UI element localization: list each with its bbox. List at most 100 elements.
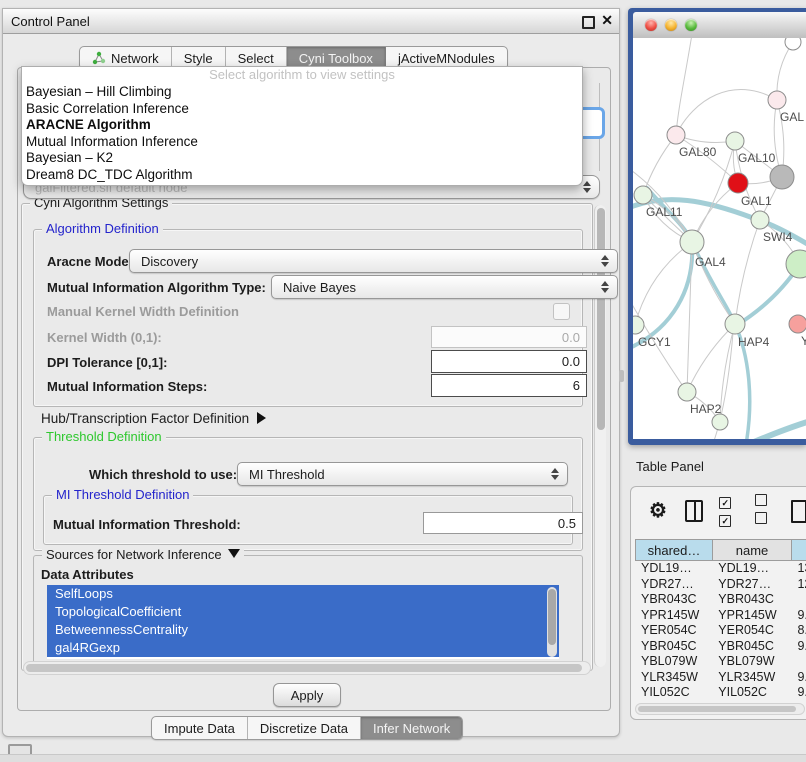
- table-body: YDL19…YDL19…13YDR27…YDR27…12YBR043CYBR04…: [635, 561, 806, 701]
- close-traffic-light-icon[interactable]: [645, 19, 657, 31]
- table-panel: ⚙ ✓✓ shared… name A YDL19…YDL19…13YDR27……: [630, 486, 806, 720]
- table-cell: YER054C: [712, 623, 791, 639]
- table-cell: YDL19…: [712, 561, 791, 577]
- attributes-vscrollbar-thumb[interactable]: [548, 589, 556, 645]
- threshold-definition-title: Threshold Definition: [42, 429, 166, 445]
- tab-label: jActiveMNodules: [398, 51, 495, 66]
- dpi-tolerance-input[interactable]: 0.0: [431, 350, 587, 373]
- hub-definition-text: Hub/Transcription Factor Definition: [41, 411, 249, 426]
- column-header-name[interactable]: name: [713, 539, 792, 561]
- tab-infer-network[interactable]: Infer Network: [361, 717, 462, 739]
- column-header-shared-name[interactable]: shared…: [635, 539, 713, 561]
- network-window-titlebar[interactable]: [633, 12, 806, 39]
- desktop: Control Panel ✕ NetworkStyleSelectCyni T…: [0, 0, 806, 762]
- settings-vscrollbar-thumb[interactable]: [597, 208, 605, 430]
- bottom-strip: [0, 754, 806, 762]
- panel-divider-grip[interactable]: [619, 370, 624, 382]
- mi-threshold-label: Mutual Information Threshold:: [53, 517, 241, 532]
- network-node-gcy1[interactable]: [633, 316, 644, 334]
- manual-kernel-label: Manual Kernel Width Definition: [47, 304, 239, 319]
- algorithm-option[interactable]: ARACNE Algorithm: [22, 117, 582, 134]
- which-threshold-combo[interactable]: MI Threshold: [237, 462, 568, 486]
- combo-stepper-icon: [601, 254, 609, 268]
- aracne-mode-value: Discovery: [141, 254, 198, 269]
- algorithm-option[interactable]: Dream8 DC_TDC Algorithm: [22, 167, 582, 184]
- network-node-label: GAL10: [738, 151, 776, 165]
- mi-type-label: Mutual Information Algorithm Type:: [47, 280, 266, 295]
- network-node-label: GAL: [780, 110, 804, 124]
- table-cell: YBL079W: [635, 654, 712, 670]
- table-row[interactable]: YER054CYER054C8.: [635, 623, 806, 639]
- select-all-checkboxes-icon[interactable]: ✓✓: [719, 493, 743, 529]
- network-node-gal4[interactable]: [680, 230, 704, 254]
- tab-impute-data[interactable]: Impute Data: [152, 717, 248, 739]
- mi-steps-input[interactable]: 6: [431, 374, 587, 397]
- settings-hscrollbar[interactable]: [23, 661, 591, 675]
- network-node[interactable]: [770, 165, 794, 189]
- attribute-item-selected[interactable]: TopologicalCoefficient: [47, 603, 559, 621]
- network-node-gal11[interactable]: [634, 186, 652, 204]
- network-node[interactable]: [785, 38, 801, 50]
- dpi-tolerance-value: 0.0: [562, 354, 580, 369]
- table-row[interactable]: YPR145WYPR145W9.: [635, 608, 806, 624]
- network-node-gal1[interactable]: [728, 173, 748, 193]
- expand-right-icon[interactable]: [257, 412, 266, 424]
- table-cell: YBR043C: [712, 592, 791, 608]
- table-row[interactable]: YBR045CYBR045C9.: [635, 639, 806, 655]
- apply-button[interactable]: Apply: [273, 683, 341, 707]
- table-row[interactable]: YDL19…YDL19…13: [635, 561, 806, 577]
- attribute-item-selected[interactable]: gal4RGexp: [47, 639, 559, 657]
- table-row[interactable]: YIL052CYIL052C9.: [635, 685, 806, 701]
- manual-kernel-checkbox[interactable]: [553, 303, 570, 320]
- attributes-vscrollbar[interactable]: [547, 587, 557, 657]
- table-cell: 9.: [791, 670, 806, 686]
- table-hscrollbar[interactable]: [635, 703, 805, 715]
- algorithm-option[interactable]: Bayesian – K2: [22, 150, 582, 167]
- combo-stepper-icon: [601, 280, 609, 294]
- network-node[interactable]: [712, 414, 728, 430]
- collapse-down-icon[interactable]: [228, 549, 240, 558]
- settings-hscrollbar-thumb[interactable]: [26, 664, 582, 672]
- close-icon[interactable]: ✕: [601, 12, 613, 29]
- algorithm-option[interactable]: Basic Correlation Inference: [22, 101, 582, 118]
- table-row[interactable]: YBR043CYBR043C: [635, 592, 806, 608]
- kernel-width-input[interactable]: 0.0: [431, 326, 587, 348]
- deselect-all-checkboxes-icon[interactable]: [755, 493, 779, 529]
- network-node-swi4[interactable]: [751, 211, 769, 229]
- hub-definition-label[interactable]: Hub/Transcription Factor Definition: [41, 411, 266, 426]
- network-node[interactable]: [786, 250, 806, 278]
- network-canvas[interactable]: GALGAL80GAL10GAL1GAL11SWI4GAL4GCY1HAP4YH…: [633, 38, 806, 439]
- tab-discretize-data[interactable]: Discretize Data: [248, 717, 361, 739]
- gear-icon[interactable]: ⚙: [649, 501, 667, 521]
- algorithm-option[interactable]: Bayesian – Hill Climbing: [22, 84, 582, 101]
- mi-threshold-input[interactable]: 0.5: [423, 512, 583, 534]
- column-header-extra[interactable]: A: [792, 539, 806, 561]
- network-node-y[interactable]: [789, 315, 806, 333]
- mi-type-combo[interactable]: Naive Bayes: [271, 275, 618, 299]
- network-node-gal80[interactable]: [667, 126, 685, 144]
- control-panel-titlebar[interactable]: Control Panel ✕: [3, 9, 619, 34]
- network-node-hap2[interactable]: [678, 383, 696, 401]
- table-row[interactable]: YDR27…YDR27…12: [635, 577, 806, 593]
- document-icon[interactable]: [791, 500, 806, 523]
- table-hscrollbar-thumb[interactable]: [638, 706, 796, 712]
- sources-group-title[interactable]: Sources for Network Inference: [42, 547, 244, 563]
- aracne-mode-combo[interactable]: Discovery: [129, 249, 618, 273]
- algorithm-option[interactable]: Mutual Information Inference: [22, 134, 582, 151]
- zoom-traffic-light-icon[interactable]: [685, 19, 697, 31]
- float-icon[interactable]: [582, 16, 595, 29]
- attribute-item-selected[interactable]: SelfLoops: [47, 585, 559, 603]
- table-cell: YDR27…: [712, 577, 791, 593]
- attribute-item-selected[interactable]: BetweennessCentrality: [47, 621, 559, 639]
- columns-icon[interactable]: [685, 500, 703, 522]
- network-node-hap4[interactable]: [725, 314, 745, 334]
- table-row[interactable]: YLR345WYLR345W9.: [635, 670, 806, 686]
- table-row[interactable]: YBL079WYBL079W: [635, 654, 806, 670]
- table-toolbar: ⚙ ✓✓: [631, 487, 806, 535]
- table-cell: 9.: [791, 685, 806, 701]
- network-node-gal[interactable]: [768, 91, 786, 109]
- network-node-gal10[interactable]: [726, 132, 744, 150]
- minimize-traffic-light-icon[interactable]: [665, 19, 677, 31]
- tab-label: Network: [111, 51, 159, 66]
- combo-stepper-icon: [583, 180, 591, 194]
